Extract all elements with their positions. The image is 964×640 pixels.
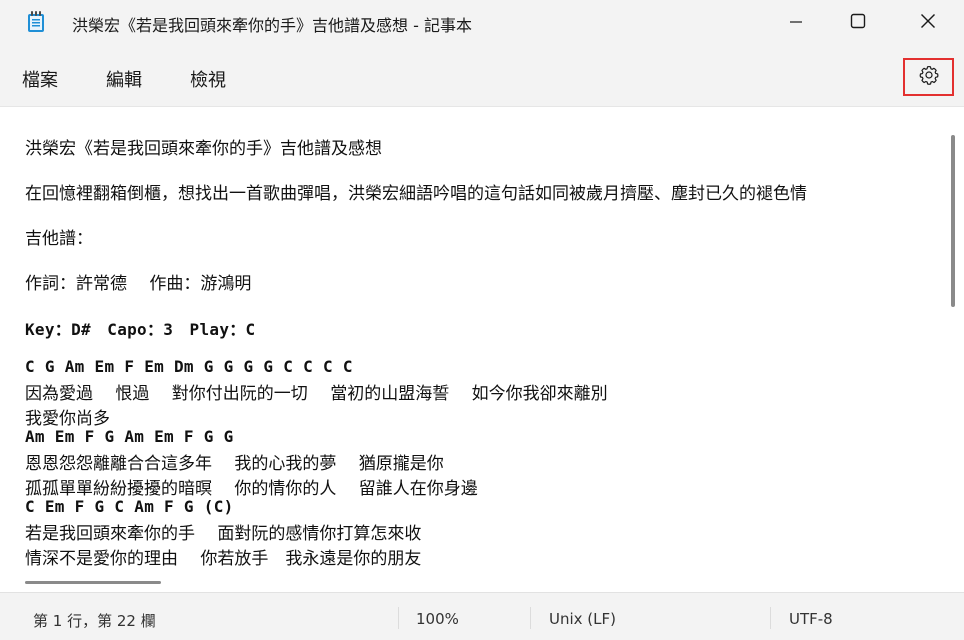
status-divider — [770, 607, 771, 629]
chord-line: Am Em F G Am Em F G G — [25, 427, 234, 446]
text-line: Key：D# Capo：3 Play：C — [25, 320, 256, 339]
text-editor[interactable]: 洪榮宏《若是我回頭來牽你的手》吉他譜及感想 在回憶裡翻箱倒櫃，想找出一首歌曲彈唱… — [0, 106, 964, 593]
title-bar: 洪榮宏《若是我回頭來牽你的手》吉他譜及感想 - 記事本 — [0, 0, 964, 46]
chord-line: C G Am Em F Em Dm G G G G C C C C — [25, 357, 353, 376]
lyric-line: 情深不是愛你的理由 你若放手 我永遠是你的朋友 — [25, 549, 422, 569]
status-bar: 第 1 行，第 22 欄 100% Unix (LF) UTF-8 — [0, 592, 964, 640]
settings-button[interactable] — [903, 58, 954, 96]
maximize-button[interactable] — [830, 0, 886, 46]
vertical-scrollbar[interactable] — [951, 135, 955, 307]
zoom-level: 100% — [416, 610, 459, 628]
cursor-position: 第 1 行，第 22 欄 — [33, 612, 156, 630]
window-title: 洪榮宏《若是我回頭來牽你的手》吉他譜及感想 - 記事本 — [72, 16, 472, 35]
gear-icon — [918, 64, 940, 90]
maximize-icon — [850, 13, 866, 33]
notepad-icon — [27, 11, 45, 33]
lyric-line: 孤孤單單紛紛擾擾的暗暝 你的情你的人 留誰人在你身邊 — [25, 479, 478, 499]
chord-line: C Em F G C Am F G (C) — [25, 497, 234, 516]
status-divider — [398, 607, 399, 629]
text-line: 作詞：許常德 作曲：游鴻明 — [25, 274, 252, 294]
text-line: 洪榮宏《若是我回頭來牽你的手》吉他譜及感想 — [25, 139, 382, 159]
text-line: 在回憶裡翻箱倒櫃，想找出一首歌曲彈唱，洪榮宏細語吟唱的這句話如同被歲月擠壓、塵封… — [25, 184, 807, 204]
minimize-icon — [789, 14, 803, 33]
menu-file[interactable]: 檔案 — [22, 66, 58, 92]
notepad-window: 洪榮宏《若是我回頭來牽你的手》吉他譜及感想 - 記事本 檔案 編輯 檢視 洪榮宏… — [0, 0, 964, 640]
menu-edit[interactable]: 編輯 — [106, 66, 142, 92]
lyric-line: 恩恩怨怨離離合合這多年 我的心我的夢 猶原攏是你 — [25, 454, 444, 474]
close-button[interactable] — [900, 0, 956, 46]
encoding: UTF-8 — [789, 610, 833, 628]
close-icon — [920, 13, 936, 33]
status-divider — [530, 607, 531, 629]
menu-view[interactable]: 檢視 — [190, 66, 226, 92]
lyric-line: 若是我回頭來牽你的手 面對阮的感情你打算怎來收 — [25, 524, 422, 544]
minimize-button[interactable] — [768, 0, 824, 46]
lyric-line: 因為愛過 恨過 對你付出阮的一切 當初的山盟海誓 如今你我卻來離別 — [25, 384, 608, 404]
menu-bar: 檔案 編輯 檢視 — [0, 46, 964, 106]
lyric-line: 我愛你尚多 — [25, 409, 110, 429]
line-ending: Unix (LF) — [549, 610, 616, 628]
horizontal-scrollbar[interactable] — [25, 581, 161, 584]
text-line: 吉他譜： — [25, 229, 93, 249]
